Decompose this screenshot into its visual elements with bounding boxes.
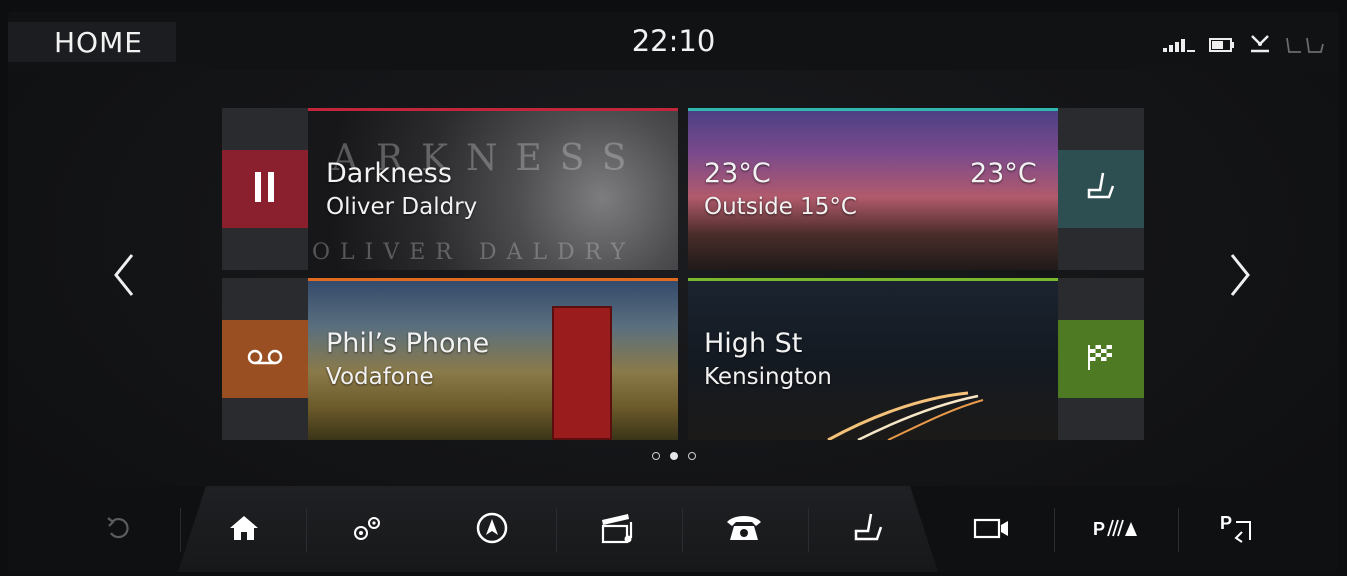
- phone-button[interactable]: [684, 500, 804, 560]
- chevron-left-icon: [112, 253, 136, 301]
- navigation-button[interactable]: [432, 500, 552, 560]
- back-icon: [105, 515, 131, 545]
- page-dot[interactable]: [651, 452, 660, 460]
- pause-icon: [253, 170, 277, 208]
- navigation-tile[interactable]: High St Kensington: [688, 278, 1144, 440]
- seat-icon: [850, 511, 886, 549]
- navigation-icon: [475, 511, 509, 549]
- climate-tile[interactable]: 23°C 23°C Outside 15°C: [688, 108, 1144, 270]
- separator: [682, 508, 683, 552]
- outside-temperature: Outside 15°C: [704, 194, 857, 220]
- svg-text:P: P: [1220, 513, 1232, 533]
- home-button[interactable]: [184, 500, 304, 560]
- chevron-right-icon: [1228, 253, 1252, 301]
- seat-occupancy-icon: [1285, 34, 1325, 58]
- status-bar: HOME 22:10: [8, 12, 1339, 70]
- settings-button[interactable]: [308, 500, 428, 560]
- page-dot-active[interactable]: [669, 452, 678, 460]
- phone-tile[interactable]: Phil’s Phone Vodafone: [222, 278, 678, 440]
- destination-button[interactable]: [1058, 320, 1144, 398]
- destination-street: High St: [704, 328, 803, 359]
- phone-icon: [724, 512, 764, 548]
- media-button[interactable]: [558, 500, 678, 560]
- media-tile[interactable]: ARKNESS OLIVER DALDRY Darkness Oliver Da…: [222, 108, 678, 270]
- destination-area: Kensington: [704, 364, 832, 390]
- track-artist: Oliver Daldry: [326, 194, 478, 220]
- home-icon: [228, 514, 260, 546]
- page-indicator: [8, 452, 1339, 460]
- phone-name: Phil’s Phone: [326, 328, 490, 359]
- next-page-button[interactable]: [1220, 252, 1260, 302]
- signal-icon: [1163, 37, 1195, 56]
- park-assist-button[interactable]: P: [1056, 500, 1176, 560]
- touchscreen: HOME 22:10 ARKNESS OLIVER DALDRY Darknes…: [8, 12, 1339, 572]
- voicemail-icon: [247, 347, 283, 371]
- passenger-temperature: 23°C: [970, 158, 1037, 189]
- track-title: Darkness: [326, 158, 452, 189]
- voicemail-button[interactable]: [222, 320, 308, 398]
- separator: [556, 508, 557, 552]
- seat-climate-button[interactable]: [1058, 150, 1144, 228]
- separator: [1054, 508, 1055, 552]
- phone-carrier: Vodafone: [326, 364, 434, 390]
- settings-icon: [350, 512, 386, 548]
- separator: [180, 508, 181, 552]
- park-exit-button[interactable]: P: [1180, 500, 1300, 560]
- previous-page-button[interactable]: [104, 252, 144, 302]
- separator: [306, 508, 307, 552]
- camera-button[interactable]: [932, 500, 1052, 560]
- seat-button[interactable]: [808, 500, 928, 560]
- phone-box-image: [552, 306, 612, 440]
- pause-button[interactable]: [222, 150, 308, 228]
- seat-icon: [1083, 170, 1119, 208]
- checkered-flag-icon: [1086, 342, 1116, 376]
- seatbelt-warning-icon: [1249, 34, 1271, 58]
- status-icons: [1163, 34, 1325, 58]
- back-button[interactable]: [58, 500, 178, 560]
- park-assist-icon: P: [1093, 516, 1139, 544]
- media-icon: [598, 510, 638, 550]
- page-dot[interactable]: [687, 452, 696, 460]
- album-art-artist: OLIVER DALDRY: [312, 240, 636, 265]
- battery-icon: [1209, 37, 1235, 56]
- driver-temperature: 23°C: [704, 158, 771, 189]
- clock: 22:10: [631, 24, 716, 58]
- park-exit-icon: P: [1220, 512, 1260, 548]
- light-trail-image: [818, 378, 988, 440]
- camera-icon: [973, 516, 1011, 544]
- bottom-bar: P P: [8, 486, 1339, 572]
- separator: [1178, 508, 1179, 552]
- svg-text:P: P: [1093, 519, 1105, 539]
